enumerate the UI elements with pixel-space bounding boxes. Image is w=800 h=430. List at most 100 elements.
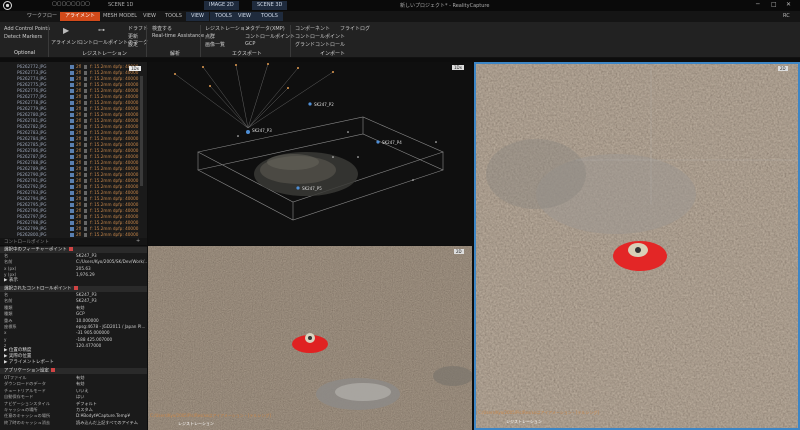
import-component-button[interactable]: コンポーネント xyxy=(295,25,330,32)
ribbon-panel: Add Control Points Detect Markers Option… xyxy=(0,22,800,58)
tab-scene3d[interactable]: SCENE 3D xyxy=(252,1,288,10)
property-row[interactable]: x -31 905.000000 xyxy=(0,330,147,336)
property-value[interactable]: 有効 xyxy=(76,305,84,311)
align-button[interactable]: アライメント xyxy=(51,39,81,46)
tree-badge[interactable]: 1Dx xyxy=(129,66,141,71)
property-row[interactable]: x (px) 205.63 xyxy=(0,266,147,272)
property-row[interactable]: 名 SK247_P3 xyxy=(0,292,147,298)
property-row[interactable]: 自動保存モード はい xyxy=(0,394,147,400)
tab-view-2d[interactable]: VIEW xyxy=(186,12,209,21)
property-row[interactable]: 名 SK247_P3 xyxy=(0,253,147,259)
import-control-points-button[interactable]: コントロールポイント xyxy=(295,33,345,40)
lens-icon xyxy=(84,197,87,201)
draft-button[interactable]: ドラフト xyxy=(128,25,148,32)
image-2d-view-large[interactable]: C:/Users/Kyo/2005/Pic/Res/xxはアイアメーション・[テ… xyxy=(474,62,800,430)
lens-icon xyxy=(84,173,87,177)
import-ground-control-button[interactable]: グランドコントロール xyxy=(295,41,345,48)
lens-icon xyxy=(84,227,87,231)
property-value[interactable]: -188 425.007000 xyxy=(76,337,112,343)
property-row[interactable]: 任意のキャッシュの場所 D:¥Bodyt¥Capture.Temp¥ xyxy=(0,413,147,419)
property-value[interactable]: SK247_P3 xyxy=(76,292,97,298)
view3d-badge[interactable]: 1Dx xyxy=(452,65,464,70)
lens-icon xyxy=(84,233,87,237)
section-app-settings[interactable]: アプリケーション設定 xyxy=(0,368,147,374)
maximize-icon[interactable]: □ xyxy=(771,1,777,8)
property-row[interactable]: 名前 C:/Users/Kyo/2005/SK/Dev/Work/... xyxy=(0,259,147,265)
property-value[interactable]: はい xyxy=(76,394,84,400)
export-control-points-button[interactable]: コントロールポイント xyxy=(245,33,295,40)
control-points-node[interactable]: コントロールポイント xyxy=(4,239,49,245)
view2d-badge[interactable]: 2D xyxy=(454,249,464,254)
property-row[interactable]: 種類 GCP xyxy=(0,311,147,317)
image-icon xyxy=(70,167,74,171)
tree-scrollbar[interactable] xyxy=(140,76,143,186)
close-icon[interactable]: ✕ xyxy=(786,1,791,8)
section-app-settings-title: アプリケーション設定 xyxy=(4,368,49,374)
lens-icon xyxy=(84,185,87,189)
marker-label-p2: SK247_P2 xyxy=(314,102,334,107)
tab-tools-3d[interactable]: TOOLS xyxy=(256,12,283,21)
3d-view[interactable]: SK247_P3 SK247_P2 SK247_P4 SK247_P5 1Dx xyxy=(148,62,472,245)
sub-alignment-report[interactable]: ▶ アライメントレポート xyxy=(0,360,147,366)
property-value[interactable]: いいえ xyxy=(76,388,89,394)
registration-group-label: レジストレーション xyxy=(82,51,127,57)
update-button[interactable]: 更新 xyxy=(128,33,138,40)
export-pointcloud-button[interactable]: 点群 xyxy=(205,33,215,40)
property-value[interactable]: 読み込んだ上記すべてのアイテム xyxy=(76,420,138,426)
property-value[interactable]: GCP xyxy=(76,311,85,317)
image-path-caption: C:/Users/Kyo/2005/Pic/Res/xxはアイアメーション・[テ… xyxy=(150,413,271,418)
rock-image-small xyxy=(148,246,472,430)
property-row[interactable]: ナビゲーションスタイル デフォルト xyxy=(0,401,147,407)
add-icon[interactable]: + xyxy=(136,238,140,244)
property-row[interactable]: 座標系 epsg:4678 - JGD2011 / Japan Pl... xyxy=(0,324,147,330)
tab-view-3d[interactable]: VIEW xyxy=(233,12,256,21)
export-xmp-button[interactable]: メタデータ(XMP) xyxy=(245,25,285,32)
property-value[interactable]: 205.63 xyxy=(76,266,91,272)
realtime-assistance-button[interactable]: Real-time Assistance xyxy=(152,33,204,39)
export-registration-button[interactable]: レジストレーション xyxy=(205,25,250,32)
property-value[interactable]: D:¥Bodyt¥Capture.Temp¥ xyxy=(76,413,130,419)
property-row[interactable]: チュートリアルモード いいえ xyxy=(0,388,147,394)
marker-label-p3: SK247_P3 xyxy=(252,128,272,133)
image-2d-view[interactable]: C:/Users/Kyo/2005/Pic/Res/xxはアイアメーション・[テ… xyxy=(148,246,472,430)
inspect-button[interactable]: 検査する xyxy=(152,25,172,32)
lens-icon xyxy=(84,215,87,219)
settings-button[interactable]: 設定 xyxy=(128,41,138,48)
scene1d-tab-text[interactable]: SCENE 1D xyxy=(108,2,133,8)
property-value[interactable]: C:/Users/Kyo/2005/SK/Dev/Work/... xyxy=(76,259,147,265)
export-group-label: エクスポート xyxy=(232,51,262,57)
property-value[interactable]: SK247_P3 xyxy=(76,253,97,259)
tab-image2d[interactable]: IMAGE 2D xyxy=(204,1,239,10)
lens-icon xyxy=(84,83,87,87)
tab-view[interactable]: VIEW xyxy=(138,12,161,21)
property-row[interactable]: y -188 425.007000 xyxy=(0,337,147,343)
property-value[interactable]: -31 905.000000 xyxy=(76,330,109,336)
image-icon xyxy=(70,197,74,201)
property-value[interactable]: epsg:4678 - JGD2011 / Japan Pl... xyxy=(76,324,145,330)
property-value[interactable]: 10.000000 xyxy=(76,318,99,324)
property-row[interactable]: 名前 SK247_P3 xyxy=(0,298,147,304)
import-flightlog-button[interactable]: フライトログ xyxy=(340,25,370,32)
export-imagelist-button[interactable]: 画像一覧 xyxy=(205,41,225,48)
tab-mesh-model[interactable]: MESH MODEL xyxy=(98,12,142,21)
tab-tools[interactable]: TOOLS xyxy=(160,12,187,21)
property-row[interactable]: 終了時のキャッシュ消去 読み込んだ上記すべてのアイテム xyxy=(0,420,147,426)
tab-alignment[interactable]: アライメント xyxy=(60,12,101,21)
property-value[interactable]: カスタム xyxy=(76,407,93,413)
property-key: 座標系 xyxy=(4,324,17,329)
property-value[interactable]: デフォルト xyxy=(76,401,97,407)
marker-label-p4: SK247_P4 xyxy=(382,140,402,145)
property-row[interactable]: ダウンロードのデータ 有効 xyxy=(0,381,147,387)
property-value[interactable]: 有効 xyxy=(76,381,84,387)
viewright-badge[interactable]: 2D xyxy=(778,66,788,71)
tab-workflow[interactable]: ワークフロー xyxy=(22,12,62,21)
add-control-points-button[interactable]: Add Control Points xyxy=(4,26,50,32)
minimize-icon[interactable]: ─ xyxy=(756,1,760,8)
property-row[interactable]: 種類 有効 xyxy=(0,305,147,311)
property-value[interactable]: SK247_P3 xyxy=(76,298,97,304)
property-row[interactable]: 重み 10.000000 xyxy=(0,318,147,324)
marker-label-p5: SK247_P5 xyxy=(302,186,322,191)
export-gcp-button[interactable]: GCP xyxy=(245,41,255,47)
detect-markers-button[interactable]: Detect Markers xyxy=(4,34,42,40)
sub-display[interactable]: ▶ 表示 xyxy=(0,278,147,284)
